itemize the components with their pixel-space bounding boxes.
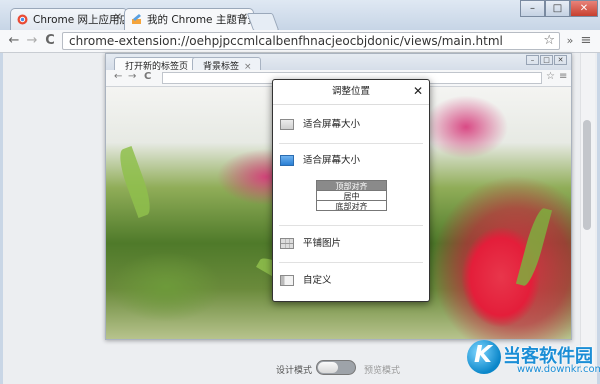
adjust-position-dialog: 调整位置 ✕ 适合屏幕大小 适合屏幕大小 顶部对齐 居中 底部对齐 平铺图片 自…	[272, 79, 430, 302]
preview-tab-strip: 打开新的标签页× 背景标签× – □ ✕	[106, 54, 571, 72]
preview-star-icon: ☆	[546, 71, 555, 82]
option-custom[interactable]: 自定义	[279, 272, 419, 290]
option-label: 自定义	[303, 275, 332, 286]
menu-icon[interactable]: ≡	[578, 32, 594, 50]
more-chevron-icon[interactable]: »	[562, 32, 578, 50]
preview-wrench-icon: ≡	[559, 71, 568, 82]
new-tab-button[interactable]	[246, 13, 280, 31]
toggle-knob[interactable]	[318, 362, 338, 373]
preview-back-icon: ←	[114, 71, 123, 82]
option-fit-screen-selected[interactable]: 适合屏幕大小	[279, 152, 419, 170]
watermark-logo: K 当客软件园 www.downkr.com	[467, 340, 600, 382]
tab-webstore[interactable]: Chrome 网上应用店 - 我 ✕	[10, 8, 128, 30]
preview-minimize-icon: –	[526, 55, 539, 65]
fit-screen-selected-icon	[280, 155, 294, 166]
divider	[279, 225, 423, 226]
url-text: chrome-extension://oehpjpccmlcalbenfhnac…	[69, 34, 503, 48]
back-arrow-icon[interactable]: ←	[6, 32, 22, 50]
option-label: 适合屏幕大小	[303, 119, 361, 130]
tile-icon	[280, 238, 294, 249]
preview-close-icon: ✕	[554, 55, 567, 65]
minimize-button[interactable]: –	[520, 0, 545, 17]
downkr-logo-icon: K	[467, 340, 501, 374]
leaf-shape	[114, 146, 156, 218]
preview-mode-label: 预览模式	[364, 366, 401, 376]
tab-strip: Chrome 网上应用店 - 我 ✕ 我的 Chrome 主题背景 ✕ – □ …	[0, 0, 600, 31]
watermark-url: www.downkr.com	[517, 364, 600, 375]
forward-arrow-icon[interactable]: →	[24, 32, 40, 50]
address-bar[interactable]: chrome-extension://oehpjpccmlcalbenfhnac…	[62, 32, 560, 50]
tab-my-theme[interactable]: 我的 Chrome 主题背景 ✕	[124, 8, 254, 30]
reload-icon[interactable]: C	[42, 32, 58, 50]
fit-screen-icon	[280, 119, 294, 130]
option-label: 适合屏幕大小	[303, 155, 361, 166]
tab-title: 我的 Chrome 主题背景	[147, 14, 254, 26]
mode-toggle[interactable]	[316, 360, 356, 375]
divider	[279, 262, 423, 263]
paint-favicon-icon	[131, 14, 142, 25]
custom-icon	[280, 275, 294, 286]
chrome-favicon-icon	[17, 14, 28, 25]
option-fit-screen[interactable]: 适合屏幕大小	[279, 116, 419, 134]
leaf-shape	[515, 206, 553, 288]
preview-reload-icon: C	[144, 71, 152, 82]
logo-letter: K	[474, 342, 492, 368]
option-label: 平铺图片	[303, 238, 342, 249]
browser-toolbar: ← → C chrome-extension://oehpjpccmlcalbe…	[0, 30, 600, 53]
preview-forward-icon: →	[128, 71, 137, 82]
dialog-title: 调整位置	[273, 80, 429, 105]
option-tile[interactable]: 平铺图片	[279, 235, 419, 253]
align-bottom-option[interactable]: 底部对齐	[316, 200, 387, 211]
maximize-button[interactable]: □	[545, 0, 570, 17]
preview-tab-background[interactable]: 背景标签 ×	[192, 57, 261, 72]
scrollbar-thumb[interactable]	[583, 120, 591, 230]
preview-maximize-icon: □	[540, 55, 553, 65]
close-tab-icon[interactable]: ✕	[114, 12, 122, 23]
design-mode-label: 设计模式	[276, 366, 313, 376]
close-window-button[interactable]: ✕	[570, 0, 598, 17]
alignment-list: 顶部对齐 居中 底部对齐	[316, 180, 387, 211]
bookmark-star-icon[interactable]: ☆	[543, 33, 555, 48]
close-icon[interactable]: ✕	[413, 84, 423, 98]
divider	[279, 143, 423, 144]
